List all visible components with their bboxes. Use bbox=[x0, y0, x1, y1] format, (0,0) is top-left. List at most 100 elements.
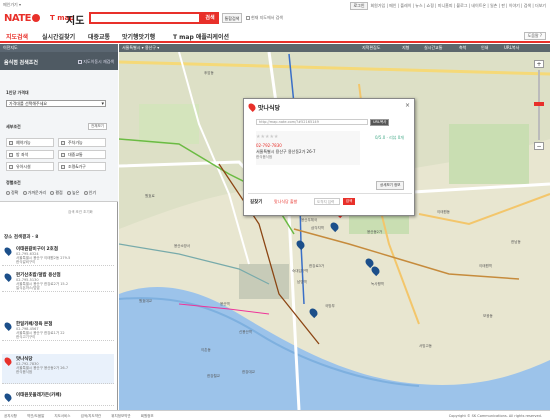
terrain-button[interactable]: 지형 bbox=[402, 44, 409, 52]
option-parking[interactable]: 주차가능 bbox=[58, 138, 106, 147]
map-title: 지도 bbox=[66, 16, 85, 27]
footer-link[interactable]: 지도서비스 bbox=[54, 414, 70, 418]
map-label: 보광동 bbox=[483, 314, 493, 318]
zoom-in-button[interactable]: + bbox=[534, 60, 544, 68]
prev-map-bar[interactable]: 이전지도 bbox=[0, 44, 118, 52]
option-room[interactable]: 방 좌석 bbox=[6, 150, 54, 159]
map-canvas[interactable]: 서울특별시 ▾ 용산구 ▾ 지적편집도 지형 실시간교통 축척 인쇄 URL복사… bbox=[119, 44, 550, 410]
detail-label: 세부조건 bbox=[6, 124, 21, 129]
footer-link[interactable]: 약관/도움말 bbox=[27, 414, 44, 418]
findway-search-button[interactable]: 검색 bbox=[343, 198, 355, 205]
sort-options: 정확 가까운거리 평점 높은 인기 bbox=[6, 190, 96, 196]
current-view-search[interactable]: 현재 지도에서 검색 bbox=[246, 15, 283, 21]
map-label: 국방부 bbox=[325, 304, 335, 308]
map-label: 한강로3가 bbox=[309, 264, 325, 268]
map-label: 녹사평역 bbox=[371, 282, 384, 286]
panel-title: 음식점 검색조건 bbox=[4, 60, 38, 66]
option-kids[interactable]: 유아시설 bbox=[6, 162, 54, 171]
tab-tmap-app[interactable]: T map 애플리케이션 bbox=[173, 32, 229, 41]
traffic-button[interactable]: 실시간교통 bbox=[424, 44, 442, 52]
sort-distance[interactable]: 가까운거리 bbox=[22, 190, 46, 195]
place-popup: 맛나식당 × http://map.nate.com/?#52165149 UR… bbox=[243, 98, 415, 216]
sort-label: 정렬조건 bbox=[6, 180, 21, 185]
footer-links: 공지사항 약관/도움말 지도서비스 검색/지도약관 위치정보약관 회원정보 bbox=[4, 414, 163, 419]
research-on-move[interactable]: 지도이동시 재검색 bbox=[78, 59, 114, 65]
popup-url-field[interactable]: http://map.nate.com/?#52165149 bbox=[256, 119, 368, 125]
popup-category: 한식음식점 bbox=[256, 155, 273, 159]
url-copy-button[interactable]: URL복사 bbox=[504, 44, 519, 52]
marker-icon bbox=[3, 356, 13, 366]
zoom-out-button[interactable]: − bbox=[534, 142, 544, 150]
list-item[interactable]: 이태원갈비구이 2호점 02-795-6324 서울특별시 용산구 이태원2동 2… bbox=[2, 244, 114, 266]
tab-realtime-route[interactable]: 실시간길찾기 bbox=[42, 32, 75, 41]
findway-box: 길찾기 맛나식당 출발 도착지 입력 검색 bbox=[248, 193, 412, 211]
footer-link[interactable]: 위치정보약관 bbox=[111, 414, 130, 418]
footer-link[interactable]: 회원정보 bbox=[141, 414, 154, 418]
map-label: 용산우체국 bbox=[301, 218, 318, 222]
header: NATE T map 지도 검색 통합검색 현재 지도에서 검색 bbox=[0, 9, 550, 30]
tab-transit[interactable]: 대중교통 bbox=[88, 32, 110, 41]
option-transit[interactable]: 대중교통 bbox=[58, 150, 106, 159]
nate-logo[interactable]: NATE bbox=[4, 13, 40, 24]
sort-rating[interactable]: 평점 bbox=[50, 190, 63, 195]
reset-conditions-link[interactable]: 검색 조건 초기화 bbox=[66, 210, 95, 215]
map-label: 후암동 bbox=[204, 71, 214, 75]
search-input[interactable] bbox=[89, 12, 201, 24]
marker-icon bbox=[3, 392, 13, 402]
footer-link[interactable]: 검색/지도약관 bbox=[81, 414, 102, 418]
destination-input[interactable]: 도착지 입력 bbox=[314, 198, 340, 205]
checkbox-icon[interactable] bbox=[246, 16, 250, 20]
url-copy-button[interactable]: URL복사 bbox=[370, 119, 390, 126]
search-button[interactable]: 검색 bbox=[201, 12, 219, 24]
rating-text: 0/5.0 · 리뷰 0개 bbox=[375, 135, 404, 140]
region-select[interactable]: 서울특별시 ▾ 용산구 ▾ bbox=[122, 44, 159, 52]
sort-accuracy[interactable]: 정확 bbox=[6, 190, 18, 195]
option-reservation[interactable]: 예약가능 bbox=[6, 138, 54, 147]
map-label: 숙대입구역 bbox=[292, 269, 309, 273]
scale-button[interactable]: 축척 bbox=[459, 44, 466, 52]
top-utility-bar: 메인가기 ▾ 로그인 회원가입 | 메인 | 플레이 | 뉴스 | 쇼핑 | 미니… bbox=[0, 0, 550, 10]
tab-food-trip[interactable]: 맛기행맛기행 bbox=[122, 32, 155, 41]
sort-high[interactable]: 높은 bbox=[67, 190, 79, 195]
list-item[interactable]: 한일카페/정육 본점 02-798-4567 서울특별시 용산구 한강로1가 22… bbox=[2, 319, 114, 341]
checkbox-icon[interactable] bbox=[78, 60, 83, 64]
global-links[interactable]: 회원가입 | 메인 | 플레이 | 뉴스 | 쇼핑 | 미니홈피 | 블로그 |… bbox=[371, 3, 547, 8]
start-point[interactable]: 맛나식당 출발 bbox=[274, 199, 297, 205]
marker-icon bbox=[3, 272, 13, 282]
cadastral-button[interactable]: 지적편집도 bbox=[362, 44, 380, 52]
price-select[interactable]: 가격대를 선택해주세요 bbox=[6, 100, 106, 107]
main-link[interactable]: 메인가기 ▾ bbox=[3, 2, 21, 8]
option-lighting[interactable]: 조명&가구 bbox=[58, 162, 106, 171]
help-button[interactable]: 도움말 ? bbox=[523, 32, 546, 40]
map-label: 용산동2가 bbox=[367, 230, 383, 234]
close-icon[interactable]: × bbox=[405, 102, 410, 109]
findway-label: 길찾기 bbox=[250, 200, 263, 205]
footer-link[interactable]: 공지사항 bbox=[4, 414, 17, 418]
panel-header: 음식점 검색조건 지도이동시 재검색 bbox=[0, 52, 118, 70]
detail-select[interactable]: 전체보기 bbox=[88, 123, 107, 130]
map-label: 한강철교 bbox=[207, 374, 220, 378]
map-label: 이태원동 bbox=[437, 210, 450, 214]
map-label: 삼각지역 bbox=[311, 226, 324, 230]
map-label: 한강대교 bbox=[242, 370, 255, 374]
search-condition-panel: 음식점 검색조건 지도이동시 재검색 1인당 가격대 가격대를 선택해주세요 세… bbox=[0, 52, 118, 202]
copyright: Copyright © SK Communications. All right… bbox=[448, 414, 542, 418]
marker-icon bbox=[3, 246, 13, 256]
map-label: 서빙고동 bbox=[419, 344, 432, 348]
footer: 공지사항 약관/도움말 지도서비스 검색/지도약관 위치정보약관 회원정보 Co… bbox=[0, 410, 550, 420]
popup-title: 맛나식당 bbox=[258, 105, 281, 112]
zoom-slider-handle[interactable] bbox=[534, 102, 544, 106]
list-item[interactable]: 펀기산초밥/덮밥 용산점 02-795-5130 서울특별시 용산구 한강로2가 … bbox=[2, 270, 114, 292]
detail-button[interactable]: 상세보기 정보 bbox=[376, 181, 405, 190]
tab-map-search[interactable]: 지도검색 bbox=[6, 32, 28, 41]
total-search-button[interactable]: 통합검색 bbox=[222, 13, 242, 23]
map-label: 남영역 bbox=[297, 280, 307, 284]
list-item-selected[interactable]: 맛나식당 02-792-7830 서울특별시 용산구 용산동2가 26-7 한식음식… bbox=[2, 354, 114, 384]
print-button[interactable]: 인쇄 bbox=[481, 44, 488, 52]
map-toolbar: 서울특별시 ▾ 용산구 ▾ 지적편집도 지형 실시간교통 축척 인쇄 URL복사 bbox=[119, 44, 550, 52]
map-label: 신용산역 bbox=[239, 330, 252, 334]
sort-popular[interactable]: 인기 bbox=[83, 190, 96, 195]
marker-icon bbox=[247, 102, 257, 112]
list-item[interactable]: 이태원웃을래가든(카페) bbox=[2, 390, 114, 406]
map-label: 용산소방서 bbox=[174, 244, 191, 248]
